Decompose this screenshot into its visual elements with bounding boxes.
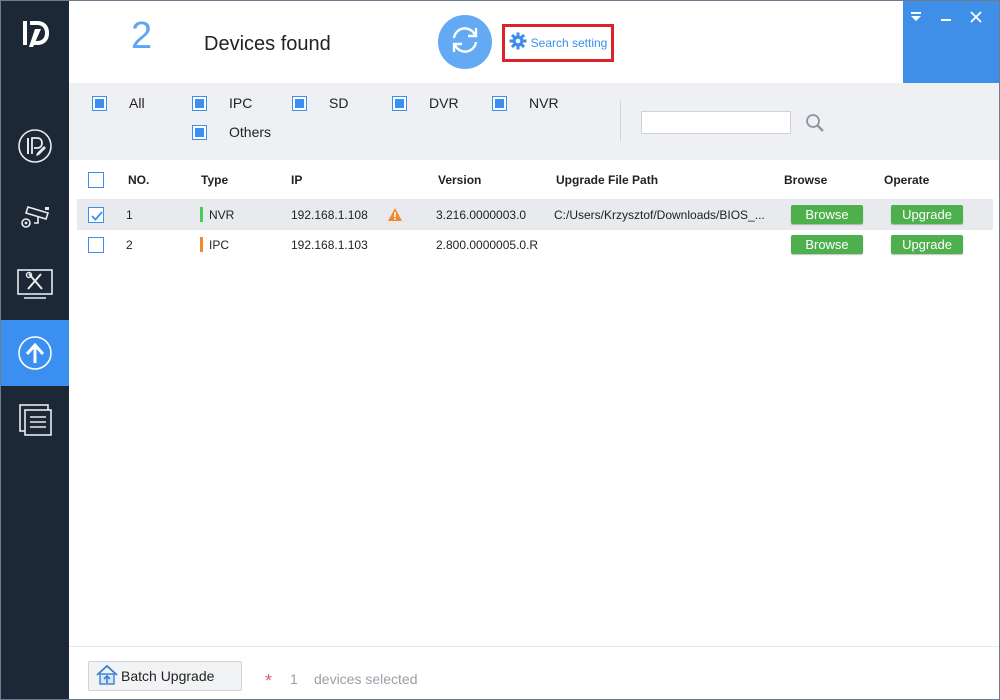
row-number: 1 <box>126 208 133 222</box>
filter-label: NVR <box>529 95 559 111</box>
header: 2 Devices found Search setting <box>69 1 999 83</box>
filter-checkbox[interactable] <box>292 95 307 111</box>
search-setting-button[interactable]: Search setting <box>502 24 614 62</box>
row-ip: 192.168.1.103 <box>291 238 368 252</box>
filter-label: IPC <box>229 95 253 111</box>
row-version: 3.216.0000003.0 <box>436 208 527 222</box>
refresh-button[interactable] <box>438 15 492 69</box>
brand-logo-icon <box>15 13 55 53</box>
window-controls <box>903 1 999 83</box>
row-ip: 192.168.1.108 <box>291 208 368 222</box>
sidebar-item-upgrade[interactable] <box>1 320 69 386</box>
column-header-version: Version <box>438 173 482 187</box>
table-row[interactable]: 2 IPC 192.168.1.103 2.800.0000005.0.R Br… <box>77 230 993 260</box>
row-type: NVR <box>209 208 235 222</box>
warning-icon <box>387 207 403 227</box>
sidebar <box>1 1 69 699</box>
sidebar-item-info-list[interactable] <box>1 387 69 453</box>
filter-label: SD <box>329 95 349 111</box>
filter-label: Others <box>229 124 272 140</box>
required-asterisk: * <box>265 671 273 691</box>
ip-config-icon <box>16 127 54 165</box>
sidebar-item-tools[interactable] <box>1 251 69 317</box>
selected-label: devices selected <box>314 671 418 687</box>
column-header-operate: Operate <box>884 173 930 187</box>
upgrade-button[interactable]: Upgrade <box>891 235 963 254</box>
filter-sd[interactable]: SD <box>292 95 348 111</box>
row-file-path: C:/Users/Krzysztof/Downloads/BIOS_... <box>554 208 765 222</box>
close-icon <box>969 10 983 29</box>
filter-label: DVR <box>429 95 459 111</box>
filter-checkbox[interactable] <box>92 95 107 111</box>
column-header-ip: IP <box>291 173 303 187</box>
close-button[interactable] <box>965 9 987 29</box>
batch-upgrade-button[interactable]: Batch Upgrade <box>88 661 242 691</box>
sidebar-item-ip-config[interactable] <box>1 113 69 179</box>
type-color-bar <box>200 207 203 222</box>
row-checkbox[interactable] <box>88 207 104 223</box>
device-table: NO. Type IP Version Upgrade File Path Br… <box>77 160 993 646</box>
column-header-browse: Browse <box>784 173 828 187</box>
type-color-bar <box>200 237 203 252</box>
column-header-no: NO. <box>128 173 150 187</box>
filter-divider <box>620 101 621 141</box>
search-input[interactable] <box>641 111 791 134</box>
row-version: 2.800.0000005.0.R <box>436 238 539 252</box>
column-header-type: Type <box>201 173 229 187</box>
filter-nvr[interactable]: NVR <box>492 95 559 111</box>
upgrade-button[interactable]: Upgrade <box>891 205 963 224</box>
filter-checkbox[interactable] <box>192 124 207 140</box>
filter-label: All <box>129 95 145 111</box>
device-count: 2 <box>131 15 153 57</box>
browse-button[interactable]: Browse <box>791 205 863 224</box>
filter-checkbox[interactable] <box>192 95 207 111</box>
upgrade-icon <box>16 334 54 372</box>
house-upload-icon <box>95 664 119 689</box>
table-row[interactable]: 1 NVR 192.168.1.108 3.216.0000003.0 C:/U… <box>77 200 993 230</box>
minimize-button[interactable] <box>935 9 957 29</box>
footer: Batch Upgrade * 1 devices selected <box>69 646 999 699</box>
filter-all[interactable]: All <box>92 95 145 111</box>
filter-bar: All IPC SD DVR NVR Others <box>69 83 999 160</box>
table-header: NO. Type IP Version Upgrade File Path Br… <box>77 160 993 200</box>
select-all-checkbox[interactable] <box>88 172 104 188</box>
refresh-icon <box>448 23 482 62</box>
search-setting-label: Search setting <box>530 36 608 50</box>
menu-dropdown-button[interactable] <box>905 9 927 29</box>
row-number: 2 <box>126 238 133 252</box>
selected-count: 1 <box>290 671 298 687</box>
minimize-icon <box>939 10 953 29</box>
filter-dvr[interactable]: DVR <box>392 95 459 111</box>
tools-icon <box>15 265 55 303</box>
menu-dropdown-icon <box>909 10 923 29</box>
column-header-upgrade-file-path: Upgrade File Path <box>556 173 659 187</box>
app-window: 2 Devices found Search setting All IPC S… <box>0 0 1000 700</box>
camera-icon <box>16 195 54 233</box>
sidebar-item-camera[interactable] <box>1 181 69 247</box>
gear-icon <box>509 32 527 55</box>
batch-upgrade-label: Batch Upgrade <box>121 668 215 684</box>
search-button[interactable] <box>804 112 826 134</box>
filter-checkbox[interactable] <box>392 95 407 111</box>
browse-button[interactable]: Browse <box>791 235 863 254</box>
info-list-icon <box>16 401 54 439</box>
filter-checkbox[interactable] <box>492 95 507 111</box>
filter-ipc[interactable]: IPC <box>192 95 252 111</box>
row-checkbox[interactable] <box>88 237 104 253</box>
devices-found-label: Devices found <box>204 33 331 55</box>
search-icon <box>804 114 826 138</box>
row-type: IPC <box>209 238 230 252</box>
filter-others[interactable]: Others <box>192 124 271 140</box>
